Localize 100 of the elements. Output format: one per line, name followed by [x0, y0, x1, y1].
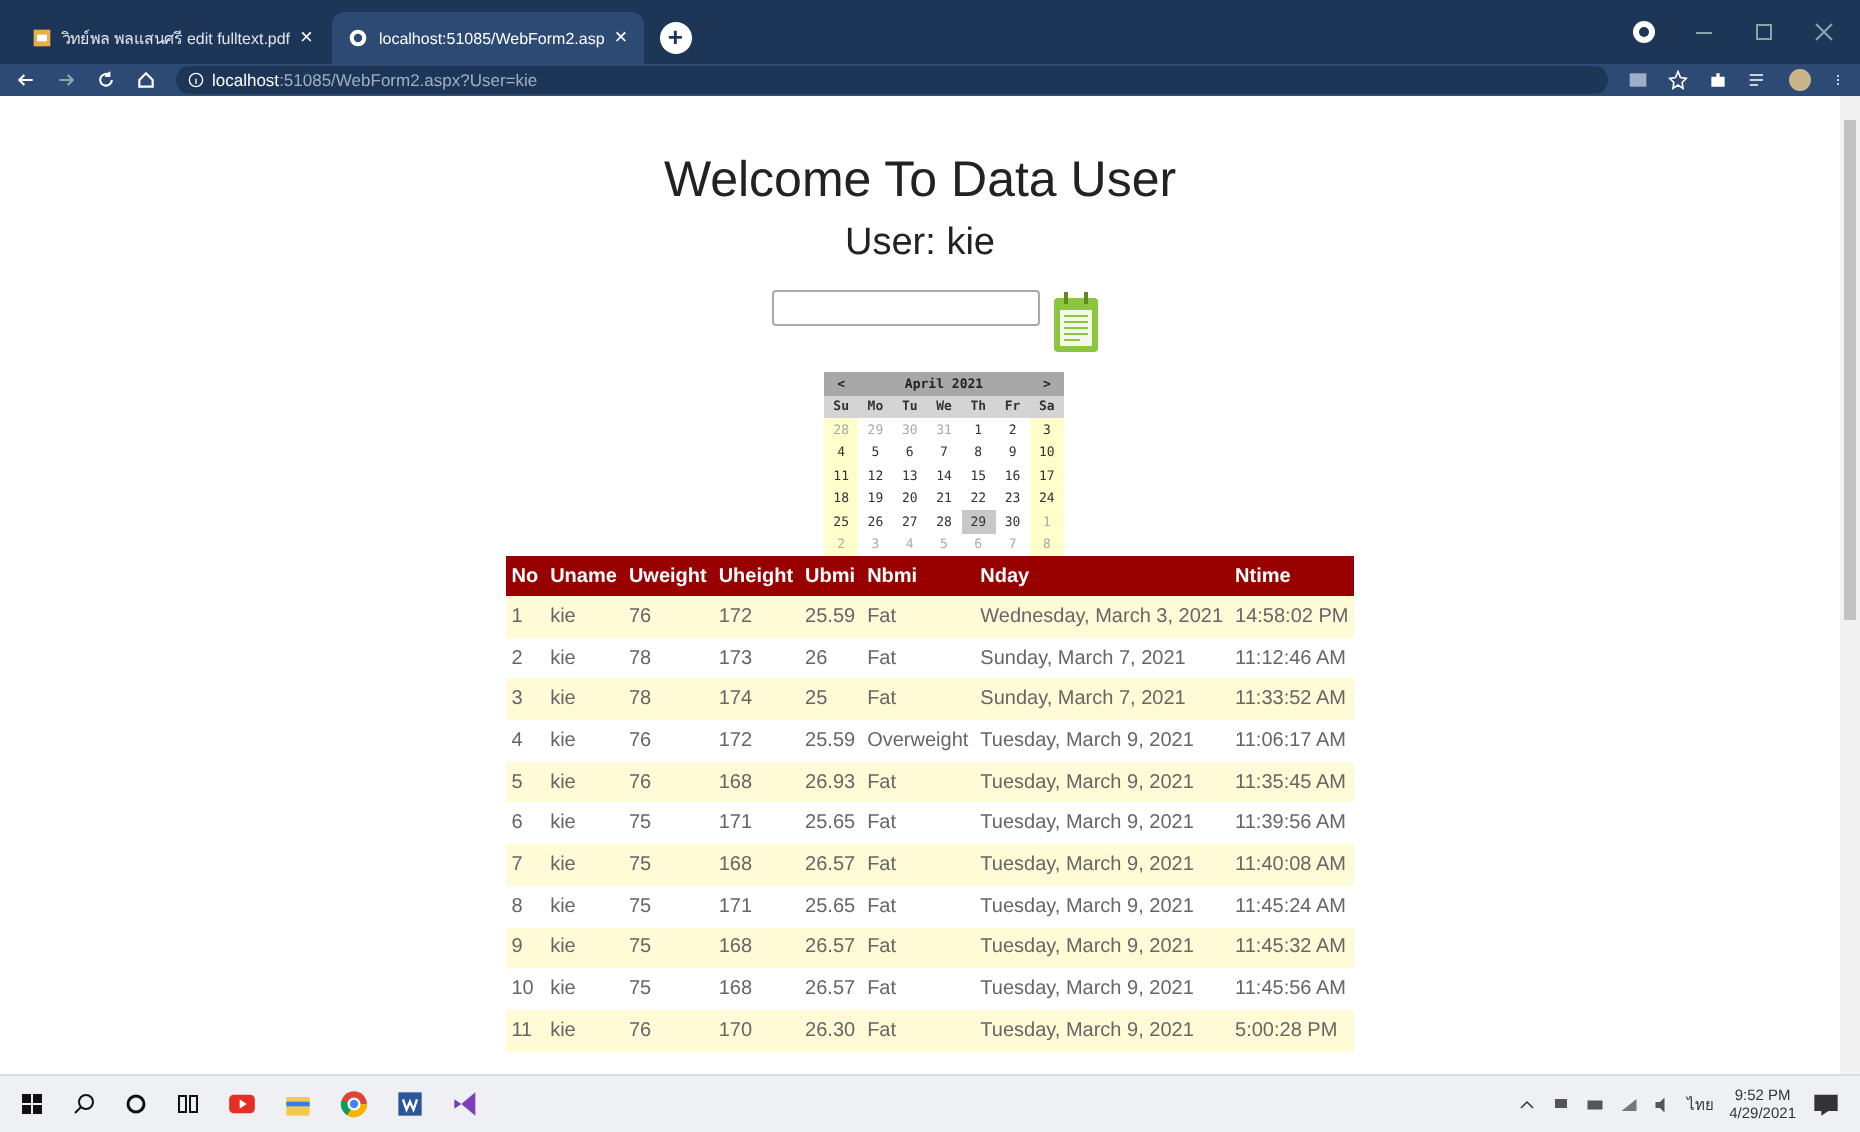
column-header: Nday [974, 556, 1230, 596]
table-cell: kie [544, 678, 623, 721]
column-header: Ntime [1229, 556, 1355, 596]
table-cell: 26.30 [799, 1009, 862, 1052]
table-cell: Fat [861, 885, 975, 927]
table-cell: 9 [505, 927, 545, 969]
table-cell: kie [544, 844, 623, 886]
table-cell: 1 [505, 596, 545, 638]
table-cell: 168 [712, 844, 800, 886]
table-cell: 76 [622, 720, 713, 762]
table-cell: 25.59 [799, 596, 862, 638]
table-cell: 6 [505, 802, 545, 845]
forward-icon[interactable] [56, 70, 76, 90]
reload-icon[interactable] [96, 70, 116, 90]
page-title: Welcome To Data User [663, 152, 1177, 210]
table-cell: 26.57 [799, 927, 862, 969]
date-field[interactable] [772, 290, 1040, 326]
search-icon[interactable] [72, 1092, 96, 1116]
table-cell: kie [544, 637, 623, 679]
table-cell: kie [544, 761, 623, 803]
table-cell: 75 [622, 885, 713, 927]
chrome-icon[interactable] [340, 1090, 368, 1118]
table-cell: Tuesday, March 9, 2021 [974, 761, 1230, 803]
windows-start-icon[interactable] [20, 1092, 44, 1116]
video-app-icon[interactable] [228, 1090, 256, 1118]
table-cell: 170 [712, 1009, 800, 1052]
table-cell: Fat [861, 596, 975, 638]
table-cell: 168 [712, 761, 800, 803]
table-cell: Tuesday, March 9, 2021 [974, 968, 1230, 1010]
info-icon [188, 72, 204, 88]
table-cell: 3 [505, 678, 545, 721]
table-cell: Fat [861, 968, 975, 1010]
table-cell: 76 [622, 596, 713, 638]
table-cell: 172 [712, 720, 800, 762]
word-icon[interactable] [396, 1090, 424, 1118]
table-cell: 76 [622, 761, 713, 803]
table-cell: 11:33:52 AM [1229, 678, 1355, 721]
browser-tab[interactable]: วิทย์พล พลแสนศรี edit fulltext.pdf × [16, 12, 329, 64]
table-cell: 11:35:45 AM [1229, 761, 1355, 803]
cortana-icon[interactable] [124, 1092, 148, 1116]
browser-tab[interactable]: localhost:51085/WebForm2.asp × [332, 12, 644, 64]
home-icon[interactable] [136, 70, 156, 90]
back-icon[interactable] [16, 70, 36, 90]
notification-icon[interactable] [1812, 1090, 1840, 1118]
table-cell: 14:58:02 PM [1229, 596, 1355, 638]
table-cell: kie [544, 885, 623, 927]
table-cell: Tuesday, March 9, 2021 [974, 844, 1230, 886]
table-cell: 26 [799, 637, 862, 679]
column-header: Uheight [712, 556, 800, 596]
playlist-icon[interactable] [1748, 70, 1768, 90]
table-cell: kie [544, 968, 623, 1010]
table-cell: Fat [861, 761, 975, 803]
visual-studio-icon[interactable] [452, 1090, 480, 1118]
close-tab-button[interactable]: × [614, 26, 628, 50]
table-cell: 26.57 [799, 968, 862, 1010]
table-cell: 4 [505, 720, 545, 762]
table-cell: 75 [622, 802, 713, 845]
column-header: Uname [544, 556, 623, 596]
table-cell: 7 [505, 844, 545, 886]
table-cell: 172 [712, 596, 800, 638]
table-cell: Tuesday, March 9, 2021 [974, 802, 1230, 845]
table-cell: 75 [622, 844, 713, 886]
maximize-icon[interactable] [1752, 20, 1776, 44]
table-cell: 11:06:17 AM [1229, 720, 1355, 762]
table-cell: 5:00:28 PM [1229, 1009, 1355, 1052]
close-icon[interactable] [1812, 20, 1836, 44]
table-cell: 26.57 [799, 844, 862, 886]
address-bar[interactable]: localhost:51085/WebForm2.aspx?User=kie [176, 66, 1608, 94]
table-cell: Fat [861, 844, 975, 886]
table-cell: 174 [712, 678, 800, 721]
table-cell: 11:40:08 AM [1229, 844, 1355, 886]
avatar-icon[interactable] [1788, 68, 1812, 92]
chevron-up-icon[interactable] [1517, 1095, 1536, 1113]
table-cell: 78 [622, 678, 713, 721]
table-cell: 171 [712, 802, 800, 845]
user-heading: User: kie [845, 222, 995, 266]
table-cell: 173 [712, 637, 800, 679]
new-tab-button[interactable]: + [659, 22, 692, 54]
table-cell: Tuesday, March 9, 2021 [974, 1009, 1230, 1052]
table-cell: kie [544, 1009, 623, 1052]
table-cell: kie [544, 596, 623, 638]
table-cell: 25.65 [799, 802, 862, 845]
column-header: No [505, 556, 545, 596]
table-cell: 25.65 [799, 885, 862, 927]
table-cell: Sunday, March 7, 2021 [974, 678, 1230, 721]
table-cell: Tuesday, March 9, 2021 [974, 885, 1230, 927]
table-cell: 168 [712, 968, 800, 1010]
table-cell: 76 [622, 1009, 713, 1052]
table-cell: Fat [861, 1009, 975, 1052]
calendar-icon[interactable] [1052, 290, 1100, 354]
table-cell: 2 [505, 637, 545, 679]
table-cell: 168 [712, 927, 800, 969]
star-icon[interactable] [1668, 70, 1688, 90]
close-tab-button[interactable]: × [300, 26, 313, 50]
table-cell: Sunday, March 7, 2021 [974, 637, 1230, 679]
table-cell: 171 [712, 885, 800, 927]
table-cell: Fat [861, 802, 975, 845]
table-cell: 25 [799, 678, 862, 721]
table-cell: 8 [505, 885, 545, 927]
task-view-icon[interactable] [176, 1092, 200, 1116]
